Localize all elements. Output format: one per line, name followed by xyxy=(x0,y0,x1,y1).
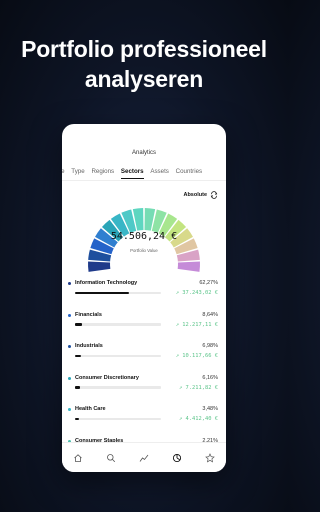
sector-change: ↗ 7.211,82 € xyxy=(179,384,218,391)
sector-name: Financials xyxy=(75,311,102,318)
sector-bar xyxy=(75,386,161,389)
sector-dot xyxy=(68,376,71,380)
chart-icon[interactable] xyxy=(139,453,149,463)
sector-dot xyxy=(68,408,71,411)
screen-title: Analytics xyxy=(131,150,156,156)
gauge-segment xyxy=(88,261,111,272)
sector-bar xyxy=(75,417,161,421)
sector-change: ↗ 10.117,66 € xyxy=(175,353,218,359)
sector-change: ↗ 12.217,11 € xyxy=(175,321,218,328)
portfolio-value-label: Portfolio Value xyxy=(130,248,158,253)
list-item[interactable]: Information Technology 62,27% ↗ 37.243,0… xyxy=(62,278,226,310)
swap-icon xyxy=(210,191,218,199)
headline-line1: Portfolio professioneel xyxy=(21,36,267,62)
sector-dot xyxy=(68,313,71,317)
list-item[interactable]: Financials 8,64% ↗ 12.217,11 € xyxy=(62,310,226,342)
bottom-nav xyxy=(62,442,226,472)
sector-name: Health Care xyxy=(75,406,106,412)
analytics-icon[interactable] xyxy=(172,453,182,463)
absolute-toggle[interactable]: Absolute xyxy=(183,191,218,199)
sector-percent: 3,48% xyxy=(202,406,218,412)
search-icon[interactable] xyxy=(106,453,116,463)
gauge-segment xyxy=(177,261,200,272)
sector-bar xyxy=(75,291,161,295)
list-item[interactable]: Health Care 3,48% ↗ 4.412,40 € xyxy=(62,404,226,436)
sector-percent: 6,16% xyxy=(202,374,218,381)
tab-sectors[interactable]: Sectors xyxy=(120,168,144,179)
sector-change: ↗ 4.412,40 € xyxy=(179,416,218,422)
absolute-label: Absolute xyxy=(183,192,207,198)
home-icon[interactable] xyxy=(73,453,83,463)
sector-name: Industrials xyxy=(75,343,103,349)
list-item[interactable]: Consumer Discretionary 6,16% ↗ 7.211,82 … xyxy=(62,373,226,405)
list-item[interactable]: Industrials 6,98% ↗ 10.117,66 € xyxy=(62,341,226,373)
sector-dot xyxy=(68,345,71,348)
tabs-divider xyxy=(62,180,226,181)
sector-bar-fill xyxy=(75,386,81,389)
sector-change: ↗ 37.243,02 € xyxy=(175,290,218,296)
headline-line2: analyseren xyxy=(84,66,204,92)
sector-percent: 62,27% xyxy=(199,280,218,286)
phone-screen: Analytics ve Type Regions Sectors Assets… xyxy=(62,124,226,472)
sector-list: Information Technology 62,27% ↗ 37.243,0… xyxy=(62,278,226,467)
tab-type[interactable]: Type xyxy=(71,168,84,178)
sector-bar xyxy=(75,323,161,326)
sector-percent: 8,64% xyxy=(202,311,218,318)
sector-dot xyxy=(68,282,71,285)
sector-bar-fill xyxy=(75,417,80,421)
sector-name: Information Technology xyxy=(75,280,138,286)
sector-name: Consumer Discretionary xyxy=(75,374,139,381)
sector-bar-fill xyxy=(75,291,129,295)
tab-partial[interactable]: ve xyxy=(62,168,65,178)
tab-regions[interactable]: Regions xyxy=(91,168,114,178)
tab-countries[interactable]: Countries xyxy=(176,168,202,178)
tab-bar: ve Type Regions Sectors Assets Countries xyxy=(62,168,207,179)
sector-bar xyxy=(75,354,161,358)
sector-bar-fill xyxy=(75,323,83,326)
sector-bar-fill xyxy=(75,354,81,358)
sector-percent: 6,98% xyxy=(202,343,218,349)
portfolio-value: 54.506,24 € xyxy=(110,231,178,242)
star-icon[interactable] xyxy=(204,452,215,463)
tab-assets[interactable]: Assets xyxy=(150,168,169,178)
headline: Portfolio professioneel analyseren xyxy=(0,34,288,94)
